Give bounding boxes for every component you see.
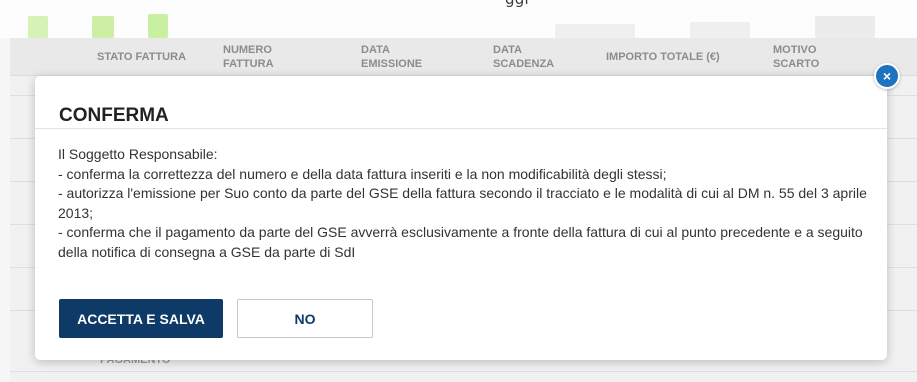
dialog-title: CONFERMA (59, 105, 169, 126)
dialog-body-line: - conferma che il pagamento da parte del… (58, 224, 863, 260)
logo-blob (148, 14, 168, 38)
top-fragment-text: ggi (505, 0, 529, 8)
page-top-strip: ggi (0, 0, 917, 38)
no-button[interactable]: NO (237, 299, 373, 338)
dialog-body: Il Soggetto Responsabile: - conferma la … (58, 145, 868, 262)
logo-blob (28, 16, 48, 38)
dialog-body-line: Il Soggetto Responsabile: (58, 146, 218, 162)
logo-blob (92, 16, 114, 38)
close-dialog-button[interactable]: × (874, 63, 900, 89)
table-header: STATO FATTURA NUMERO FATTURA DATA EMISSI… (10, 38, 917, 76)
header-blob (555, 24, 635, 38)
header-blob (690, 22, 750, 38)
col-header-emissione[interactable]: DATA EMISSIONE (361, 38, 446, 75)
dialog-body-line: - conferma la correttezza del numero e d… (58, 165, 667, 182)
col-header-numero[interactable]: NUMERO FATTURA (223, 38, 303, 75)
col-header-importo[interactable]: IMPORTO TOTALE (€) (606, 38, 746, 75)
header-blob (815, 16, 875, 38)
left-edge (0, 38, 10, 382)
col-header-stato[interactable]: STATO FATTURA (97, 38, 207, 75)
dialog-body-line: - autorizza l'emissione per Suo conto da… (58, 185, 867, 221)
row-divider (10, 371, 917, 372)
dialog-divider (35, 128, 887, 129)
close-icon: × (882, 68, 892, 84)
col-header-motivo[interactable]: MOTIVO SCARTO (773, 38, 858, 75)
confirm-dialog: CONFERMA Il Soggetto Responsabile: - con… (35, 76, 887, 360)
accept-and-save-button[interactable]: ACCETTA E SALVA (59, 299, 223, 338)
col-header-scadenza[interactable]: DATA SCADENZA (493, 38, 578, 75)
